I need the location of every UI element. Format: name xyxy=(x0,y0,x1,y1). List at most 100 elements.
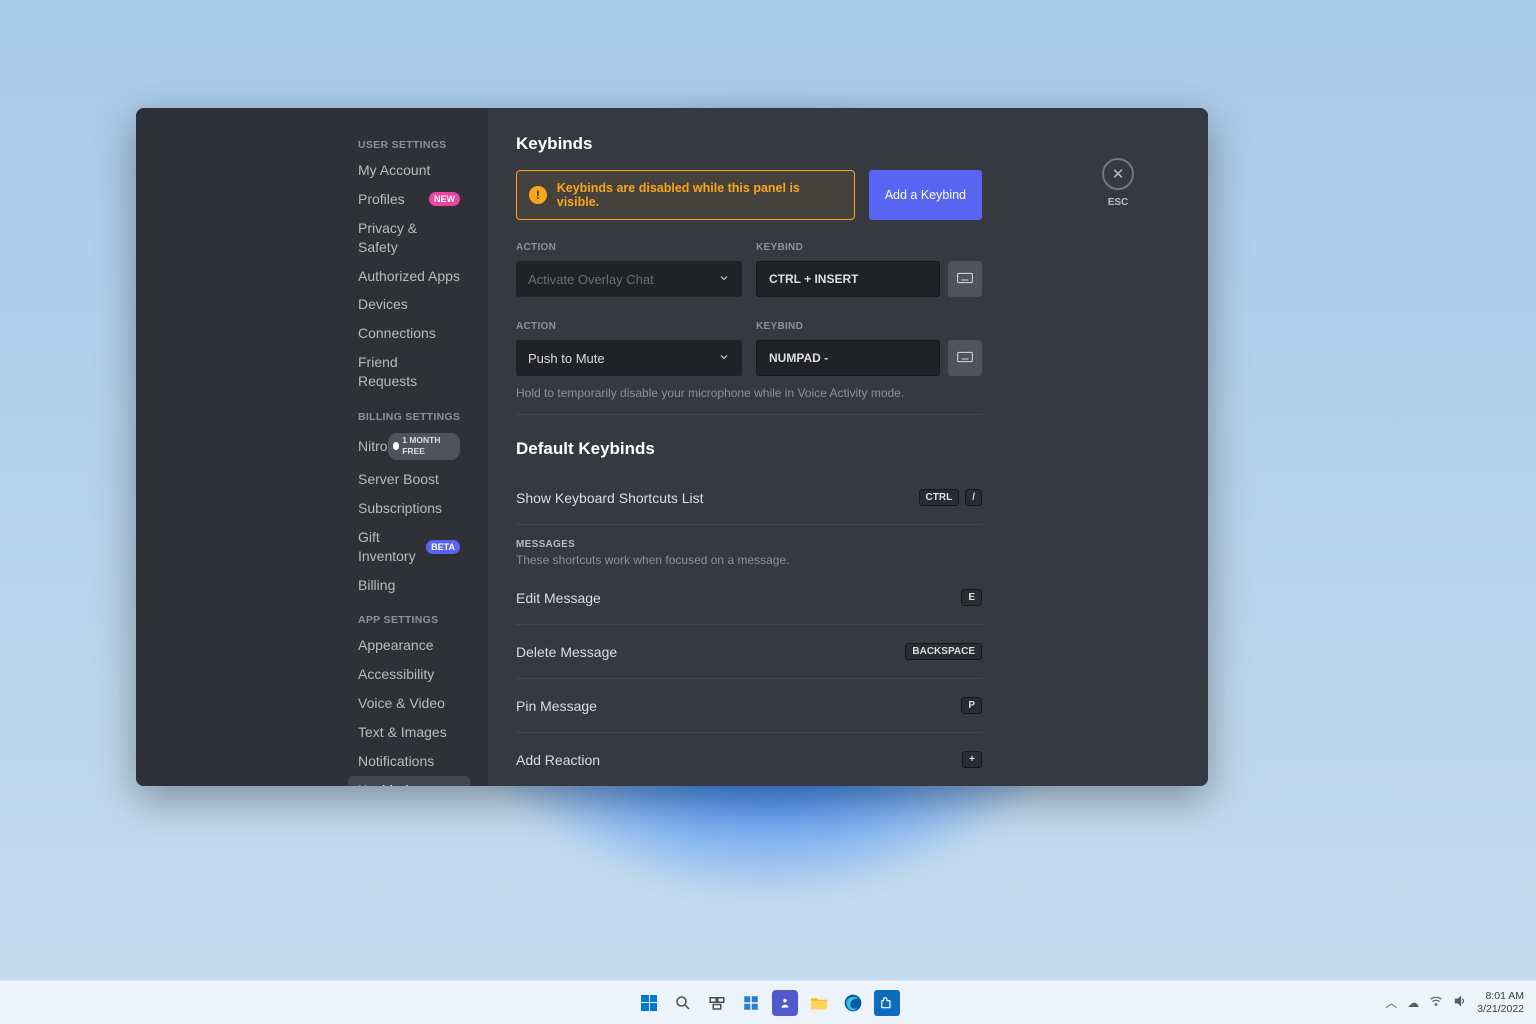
action-select-value: Push to Mute xyxy=(528,351,605,366)
page-title: Keybinds xyxy=(516,134,982,154)
action-select[interactable]: Push to Mute xyxy=(516,340,742,376)
clock-time: 8:01 AM xyxy=(1477,990,1524,1002)
badge: NEW xyxy=(429,192,460,206)
default-keybind-keys: CTRL / xyxy=(919,489,982,506)
sidebar-item-server-boost[interactable]: Server Boost xyxy=(348,465,470,494)
messages-section-header: MESSAGES xyxy=(516,539,982,550)
default-keybind-name: Delete Message xyxy=(516,644,617,660)
taskbar: ︿ ☁ 8:01 AM 3/21/2022 xyxy=(0,980,1536,1024)
sidebar-item-my-account[interactable]: My Account xyxy=(348,156,470,185)
record-keybind-button[interactable] xyxy=(948,340,982,376)
system-tray: ︿ ☁ 8:01 AM 3/21/2022 xyxy=(1385,990,1524,1014)
sidebar-item-accessibility[interactable]: Accessibility xyxy=(348,660,470,689)
tray-chevron-icon[interactable]: ︿ xyxy=(1385,994,1397,1011)
clock-date: 3/21/2022 xyxy=(1477,1003,1524,1015)
sidebar-section-header: USER SETTINGS xyxy=(348,134,476,156)
explorer-icon[interactable] xyxy=(806,990,832,1016)
volume-icon[interactable] xyxy=(1453,994,1467,1011)
add-keybind-button[interactable]: Add a Keybind xyxy=(869,170,982,220)
warning-text: Keybinds are disabled while this panel i… xyxy=(557,181,842,209)
sidebar-item-label: Notifications xyxy=(358,752,434,771)
sidebar-item-appearance[interactable]: Appearance xyxy=(348,631,470,660)
badge: 1 MONTH FREE xyxy=(388,433,460,460)
sidebar-item-label: Profiles xyxy=(358,190,405,209)
sidebar-item-friend-requests[interactable]: Friend Requests xyxy=(348,348,470,396)
sidebar-item-label: Keybinds xyxy=(358,781,416,786)
divider xyxy=(516,624,982,625)
key-cap: CTRL xyxy=(919,489,960,506)
record-keybind-button[interactable] xyxy=(948,261,982,297)
sidebar-item-voice-video[interactable]: Voice & Video xyxy=(348,689,470,718)
task-view-icon[interactable] xyxy=(704,990,730,1016)
wifi-icon[interactable] xyxy=(1429,994,1443,1011)
sidebar-item-label: Privacy & Safety xyxy=(358,219,460,257)
edge-icon[interactable] xyxy=(840,990,866,1016)
teams-icon[interactable] xyxy=(772,990,798,1016)
store-icon[interactable] xyxy=(874,990,900,1016)
default-keybinds-title: Default Keybinds xyxy=(516,439,982,459)
settings-content: Keybinds ! Keybinds are disabled while t… xyxy=(488,108,1208,786)
settings-sidebar: USER SETTINGS My Account Profiles NEW Privac… xyxy=(136,108,488,786)
chevron-down-icon xyxy=(718,351,730,366)
warning-icon: ! xyxy=(529,186,547,204)
sidebar-item-label: Voice & Video xyxy=(358,694,445,713)
onedrive-icon[interactable]: ☁ xyxy=(1407,996,1419,1010)
keyboard-icon xyxy=(957,272,973,287)
sidebar-item-subscriptions[interactable]: Subscriptions xyxy=(348,494,470,523)
search-icon[interactable] xyxy=(670,990,696,1016)
sidebar-item-keybinds[interactable]: Keybinds xyxy=(348,776,470,786)
default-keybind-row: Pin MessageP xyxy=(516,693,982,718)
default-keybind-keys: P xyxy=(961,697,982,714)
close-button[interactable]: ✕ xyxy=(1102,158,1134,190)
sidebar-item-label: Friend Requests xyxy=(358,353,460,391)
sidebar-item-nitro[interactable]: Nitro1 MONTH FREE xyxy=(348,428,470,465)
sidebar-item-connections[interactable]: Connections xyxy=(348,319,470,348)
divider xyxy=(516,524,982,525)
divider xyxy=(516,732,982,733)
action-select[interactable]: Activate Overlay Chat xyxy=(516,261,742,297)
settings-window: USER SETTINGS My Account Profiles NEW Privac… xyxy=(136,108,1208,786)
sidebar-item-label: Nitro xyxy=(358,437,388,456)
default-keybind-name: Show Keyboard Shortcuts List xyxy=(516,490,704,506)
sidebar-item-label: My Account xyxy=(358,161,430,180)
sidebar-item-notifications[interactable]: Notifications xyxy=(348,747,470,776)
sidebar-item-label: Text & Images xyxy=(358,723,447,742)
widgets-icon[interactable] xyxy=(738,990,764,1016)
sidebar-item-profiles[interactable]: Profiles NEW xyxy=(348,185,470,214)
sidebar-item-billing[interactable]: Billing xyxy=(348,571,470,600)
action-select-value: Activate Overlay Chat xyxy=(528,272,654,287)
key-cap: BACKSPACE xyxy=(905,643,982,660)
warning-banner: ! Keybinds are disabled while this panel… xyxy=(516,170,855,220)
default-keybind-name: Edit Message xyxy=(516,590,601,606)
close-area: ✕ ESC xyxy=(1102,158,1134,208)
action-label: ACTION xyxy=(516,321,742,332)
sidebar-item-label: Authorized Apps xyxy=(358,267,460,286)
keybind-label: KEYBIND xyxy=(756,242,982,253)
sidebar-item-authorized-apps[interactable]: Authorized Apps xyxy=(348,262,470,291)
keybind-input[interactable]: NUMPAD - xyxy=(756,340,940,376)
badge: BETA xyxy=(426,540,460,554)
key-cap: / xyxy=(965,489,982,506)
divider xyxy=(516,414,982,415)
sidebar-item-privacy-safety[interactable]: Privacy & Safety xyxy=(348,214,470,262)
default-keybind-keys: E xyxy=(961,589,982,606)
keybind-help-text: Hold to temporarily disable your microph… xyxy=(516,386,982,400)
sidebar-item-text-images[interactable]: Text & Images xyxy=(348,718,470,747)
messages-section-desc: These shortcuts work when focused on a m… xyxy=(516,553,982,567)
start-button[interactable] xyxy=(636,990,662,1016)
keybind-label: KEYBIND xyxy=(756,321,982,332)
action-label: ACTION xyxy=(516,242,742,253)
sidebar-item-label: Appearance xyxy=(358,636,434,655)
clock[interactable]: 8:01 AM 3/21/2022 xyxy=(1477,990,1524,1014)
sidebar-item-label: Accessibility xyxy=(358,665,434,684)
sidebar-section-header: BILLING SETTINGS xyxy=(348,406,476,428)
divider xyxy=(516,678,982,679)
sidebar-item-devices[interactable]: Devices xyxy=(348,290,470,319)
taskbar-center xyxy=(636,990,900,1016)
default-keybind-keys: BACKSPACE xyxy=(905,643,982,660)
keybind-input[interactable]: CTRL + INSERT xyxy=(756,261,940,297)
sidebar-item-label: Gift Inventory xyxy=(358,528,426,566)
sidebar-item-label: Devices xyxy=(358,295,408,314)
sidebar-item-gift-inventory[interactable]: Gift InventoryBETA xyxy=(348,523,470,571)
default-keybind-row: Show Keyboard Shortcuts List CTRL / xyxy=(516,485,982,510)
